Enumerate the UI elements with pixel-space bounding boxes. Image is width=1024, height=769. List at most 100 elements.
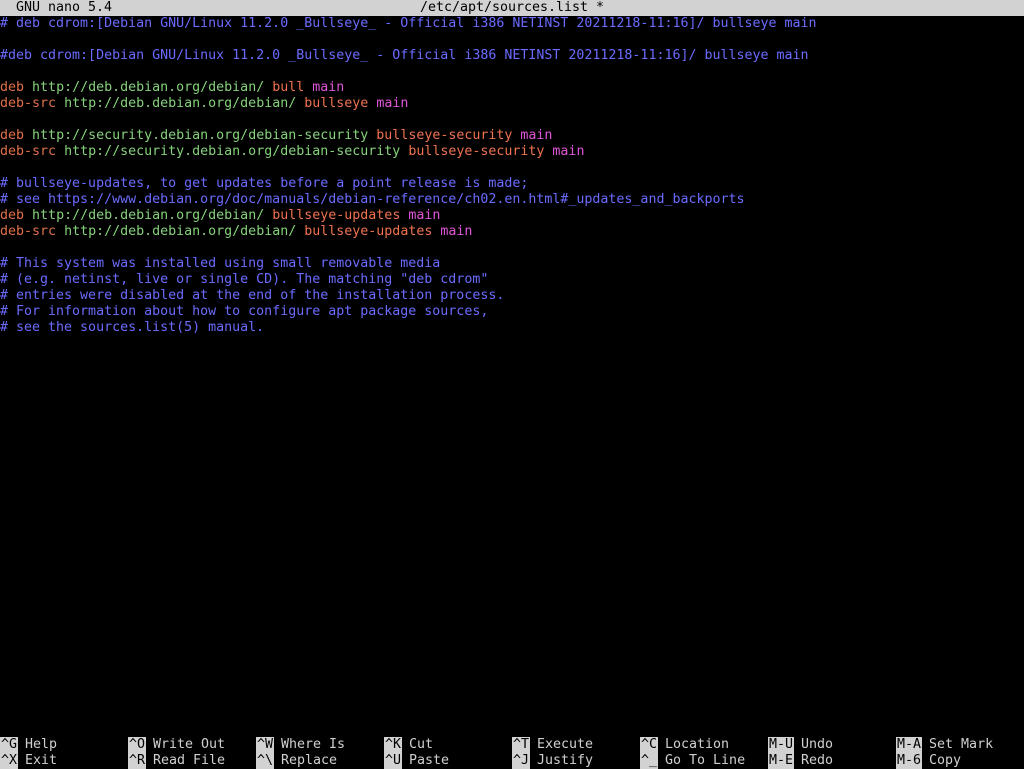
- shortcut-key: ^X: [0, 753, 19, 769]
- shortcut-justify[interactable]: ^J Justify: [512, 753, 593, 769]
- shortcut-key: ^J: [512, 753, 531, 769]
- editor-line[interactable]: deb-src http://deb.debian.org/debian/ bu…: [0, 96, 1024, 112]
- shortcut-exit[interactable]: ^X Exit: [0, 753, 57, 769]
- line-segment: http://deb.debian.org/debian/: [32, 208, 265, 223]
- editor-line[interactable]: [0, 240, 1024, 256]
- shortcut-read-file[interactable]: ^R Read File: [128, 753, 225, 769]
- editor-line[interactable]: deb-src http://security.debian.org/debia…: [0, 144, 1024, 160]
- editor-line[interactable]: [0, 160, 1024, 176]
- editor-line[interactable]: # see the sources.list(5) manual.: [0, 320, 1024, 336]
- shortcut-key: ^\: [256, 753, 275, 769]
- shortcut-help[interactable]: ^G Help: [0, 737, 57, 753]
- editor-line[interactable]: [0, 32, 1024, 48]
- line-segment: bullseye-updates: [272, 208, 401, 223]
- editor-line[interactable]: # For information about how to configure…: [0, 304, 1024, 320]
- editor-line[interactable]: # see https://www.debian.org/doc/manuals…: [0, 192, 1024, 208]
- line-segment: main: [312, 80, 345, 95]
- shortcut-paste[interactable]: ^U Paste: [384, 753, 449, 769]
- shortcut-replace[interactable]: ^\ Replace: [256, 753, 337, 769]
- shortcut-key: ^R: [128, 753, 147, 769]
- shortcut-redo[interactable]: M-E Redo: [768, 753, 833, 769]
- line-segment: deb-src: [0, 96, 57, 111]
- line-segment: http://security.debian.org/debian-securi…: [64, 144, 401, 159]
- editor-line[interactable]: deb-src http://deb.debian.org/debian/ bu…: [0, 224, 1024, 240]
- editor-line[interactable]: # deb cdrom:[Debian GNU/Linux 11.2.0 _Bu…: [0, 16, 1024, 32]
- editor-line[interactable]: [0, 112, 1024, 128]
- shortcut-key: ^O: [128, 737, 147, 753]
- line-segment: bullseye-security: [376, 128, 513, 143]
- shortcut-set-mark[interactable]: M-A Set Mark: [896, 737, 993, 753]
- line-segment: [24, 80, 32, 95]
- shortcut-label: Replace: [281, 753, 338, 768]
- title-bar: GNU nano 5.4 /etc/apt/sources.list *: [0, 0, 1024, 16]
- shortcut-execute[interactable]: ^T Execute: [512, 737, 593, 753]
- line-segment: deb: [0, 80, 25, 95]
- line-segment: http://security.debian.org/debian-securi…: [32, 128, 369, 143]
- shortcut-key: M-E: [768, 753, 795, 769]
- editor-line[interactable]: deb http://deb.debian.org/debian/ bull m…: [0, 80, 1024, 96]
- line-segment: #deb cdrom:[Debian GNU/Linux 11.2.0 _Bul…: [0, 48, 809, 63]
- line-segment: # see the sources.list(5) manual.: [0, 320, 265, 335]
- shortcut-label: Execute: [537, 737, 594, 752]
- shortcut-where-is[interactable]: ^W Where Is: [256, 737, 345, 753]
- line-segment: main: [552, 144, 585, 159]
- file-name: /etc/apt/sources.list *: [419, 0, 605, 15]
- shortcut-key: M-A: [896, 737, 923, 753]
- line-segment: # see https://www.debian.org/doc/manuals…: [0, 192, 745, 207]
- line-segment: bullseye: [304, 96, 369, 111]
- shortcut-label: Write Out: [153, 737, 226, 752]
- shortcut-go-to-line[interactable]: ^_ Go To Line: [640, 753, 745, 769]
- line-segment: main: [520, 128, 553, 143]
- shortcut-bar-row-2: ^X Exit ^R Read File ^\ Replace ^U Paste ^J Justi…: [0, 753, 1024, 769]
- line-segment: main: [440, 224, 473, 239]
- shortcut-label: Cut: [409, 737, 434, 752]
- editor-line[interactable]: #deb cdrom:[Debian GNU/Linux 11.2.0 _Bul…: [0, 48, 1024, 64]
- shortcut-label: Help: [25, 737, 58, 752]
- shortcut-label: Copy: [929, 753, 962, 768]
- line-segment: # For information about how to configure…: [0, 304, 489, 319]
- editor-line[interactable]: deb http://security.debian.org/debian-se…: [0, 128, 1024, 144]
- editor-line[interactable]: deb http://deb.debian.org/debian/ bullse…: [0, 208, 1024, 224]
- shortcut-label: Read File: [153, 753, 226, 768]
- line-segment: http://deb.debian.org/debian/: [32, 80, 265, 95]
- shortcut-cut[interactable]: ^K Cut: [384, 737, 433, 753]
- line-segment: main: [376, 96, 409, 111]
- line-segment: deb-src: [0, 224, 57, 239]
- line-segment: main: [408, 208, 441, 223]
- shortcut-label: Paste: [409, 753, 450, 768]
- shortcut-key: ^W: [256, 737, 275, 753]
- shortcut-label: Set Mark: [929, 737, 994, 752]
- editor-line[interactable]: # bullseye-updates, to get updates befor…: [0, 176, 1024, 192]
- shortcut-label: Undo: [801, 737, 834, 752]
- shortcut-label: Justify: [537, 753, 594, 768]
- shortcut-location[interactable]: ^C Location: [640, 737, 729, 753]
- shortcut-bar-row-1: ^G Help ^O Write Out ^W Where Is ^K Cut ^T Execut…: [0, 737, 1024, 753]
- line-segment: deb: [0, 208, 25, 223]
- shortcut-label: Location: [665, 737, 730, 752]
- line-segment: [56, 224, 64, 239]
- shortcut-undo[interactable]: M-U Undo: [768, 737, 833, 753]
- line-segment: deb: [0, 128, 25, 143]
- line-segment: [24, 208, 32, 223]
- line-segment: deb-src: [0, 144, 57, 159]
- line-segment: bullseye-security: [408, 144, 545, 159]
- line-segment: [24, 128, 32, 143]
- shortcut-label: Go To Line: [665, 753, 746, 768]
- editor-buffer[interactable]: # deb cdrom:[Debian GNU/Linux 11.2.0 _Bu…: [0, 16, 1024, 336]
- editor-line[interactable]: # entries were disabled at the end of th…: [0, 288, 1024, 304]
- shortcut-key: ^C: [640, 737, 659, 753]
- line-segment: bull: [272, 80, 305, 95]
- shortcut-key: ^_: [640, 753, 659, 769]
- line-segment: bullseye-updates: [304, 224, 433, 239]
- line-segment: # This system was installed using small …: [0, 256, 441, 271]
- editor-line[interactable]: # (e.g. netinst, live or single CD). The…: [0, 272, 1024, 288]
- line-segment: # (e.g. netinst, live or single CD). The…: [0, 272, 489, 287]
- line-segment: [56, 96, 64, 111]
- editor-line[interactable]: # This system was installed using small …: [0, 256, 1024, 272]
- shortcut-copy[interactable]: M-6 Copy: [896, 753, 961, 769]
- editor-line[interactable]: [0, 64, 1024, 80]
- line-segment: http://deb.debian.org/debian/: [64, 224, 297, 239]
- shortcut-write-out[interactable]: ^O Write Out: [128, 737, 225, 753]
- line-segment: http://deb.debian.org/debian/: [64, 96, 297, 111]
- shortcut-key: ^K: [384, 737, 403, 753]
